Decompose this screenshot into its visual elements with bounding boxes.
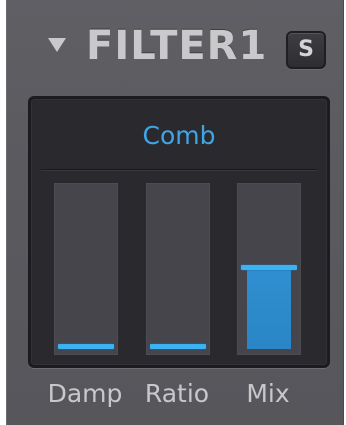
panel-title: FILTER1 bbox=[86, 23, 268, 69]
mix-slider[interactable] bbox=[237, 183, 301, 355]
slider-labels: Damp Ratio Mix bbox=[6, 372, 344, 416]
filter-display: Comb bbox=[28, 96, 330, 368]
mix-slider-handle[interactable] bbox=[241, 265, 297, 270]
damp-label: Damp bbox=[47, 379, 123, 408]
ratio-label: Ratio bbox=[144, 379, 210, 408]
damp-slider-handle[interactable] bbox=[58, 344, 114, 349]
filter-header: FILTER1 S bbox=[6, 14, 344, 74]
filter-mode-selector[interactable]: Comb bbox=[41, 107, 317, 165]
filter-panel: FILTER1 S Comb Damp Ratio Mix bbox=[6, 0, 344, 425]
triangle-down-icon[interactable] bbox=[48, 38, 66, 52]
ratio-slider[interactable] bbox=[146, 183, 210, 355]
mix-slider-fill bbox=[247, 269, 291, 349]
mix-label: Mix bbox=[246, 379, 290, 408]
solo-button[interactable]: S bbox=[286, 31, 326, 69]
damp-slider[interactable] bbox=[54, 183, 118, 355]
ratio-slider-handle[interactable] bbox=[150, 344, 206, 349]
divider bbox=[41, 169, 317, 170]
